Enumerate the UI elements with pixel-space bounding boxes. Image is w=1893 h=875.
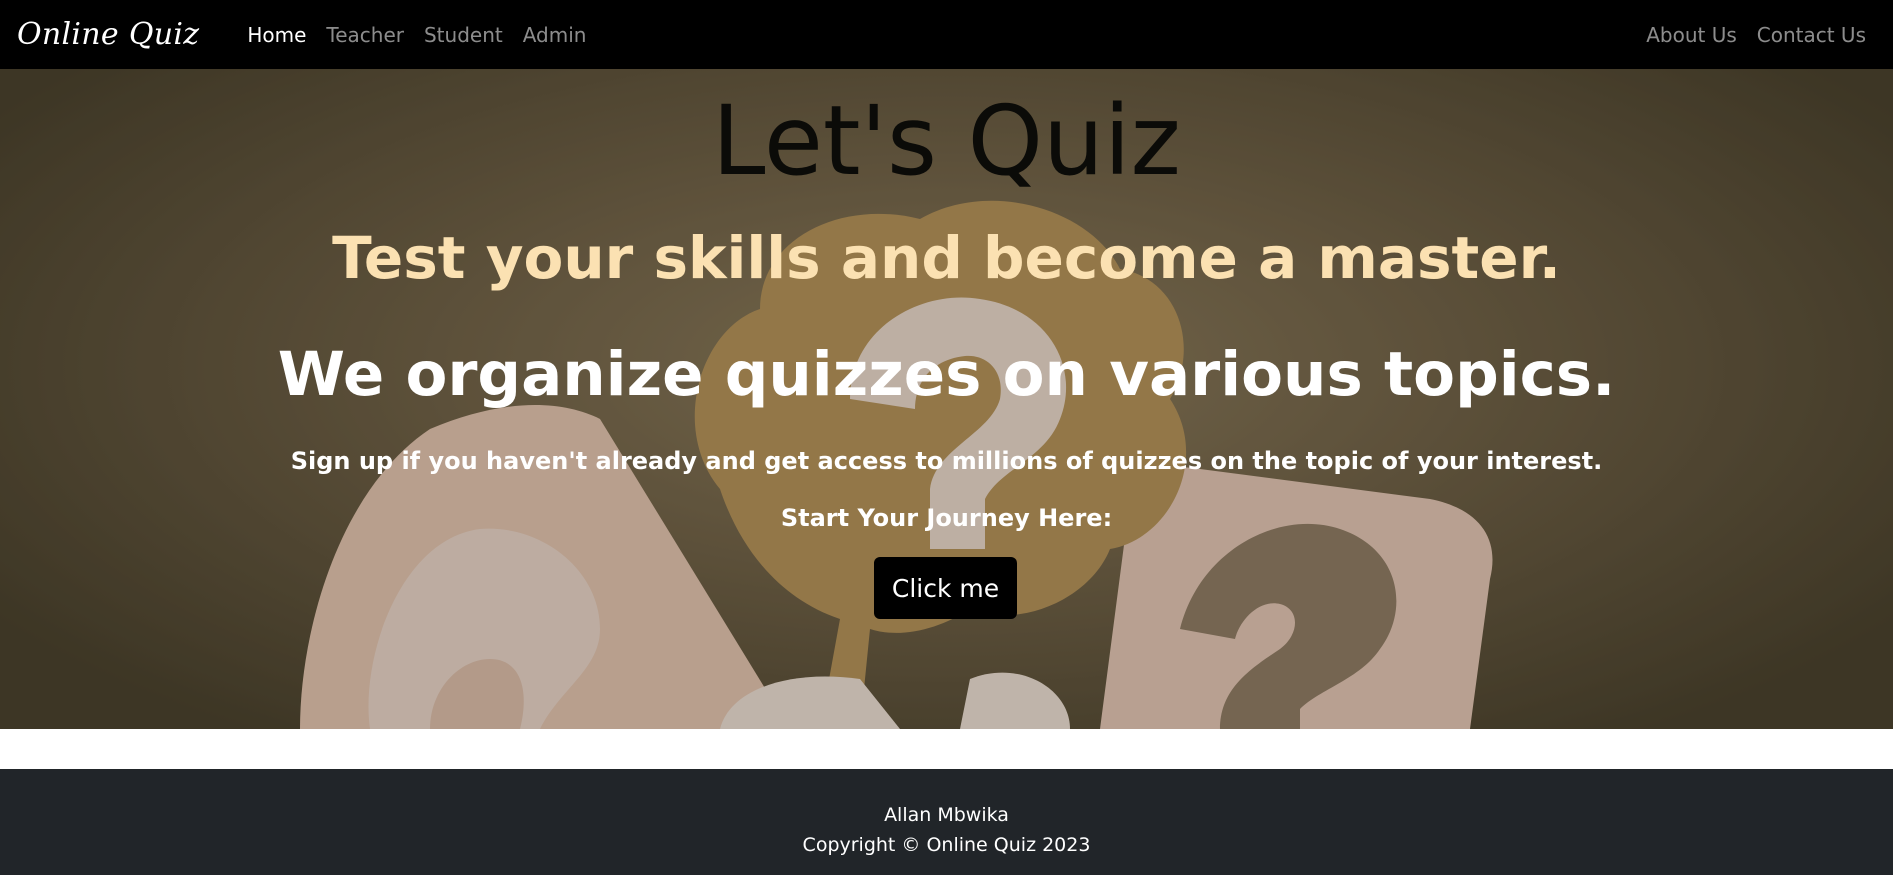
hero-description: Sign up if you haven't already and get a… (290, 447, 1603, 475)
hero-title: Let's Quiz (712, 85, 1181, 197)
footer-author: Allan Mbwika (884, 804, 1009, 826)
click-me-button[interactable]: Click me (874, 557, 1017, 619)
nav-link-about-us[interactable]: About Us (1636, 23, 1747, 47)
nav-link-teacher[interactable]: Teacher (316, 23, 414, 47)
nav-right: About Us Contact Us (1636, 23, 1876, 47)
nav-link-contact-us[interactable]: Contact Us (1747, 23, 1876, 47)
nav-link-home[interactable]: Home (237, 23, 316, 47)
brand-logo[interactable]: Online Quiz (17, 17, 199, 52)
nav-link-student[interactable]: Student (414, 23, 513, 47)
nav-left: Home Teacher Student Admin (237, 23, 596, 47)
footer-copyright: Copyright © Online Quiz 2023 (802, 834, 1091, 856)
cta-prompt: Start Your Journey Here: (780, 504, 1113, 532)
hero-content: Let's Quiz Test your skills and become a… (0, 69, 1893, 729)
footer: Allan Mbwika Copyright © Online Quiz 202… (0, 769, 1893, 875)
nav-link-admin[interactable]: Admin (513, 23, 597, 47)
hero-section: Let's Quiz Test your skills and become a… (0, 69, 1893, 729)
hero-headline: We organize quizzes on various topics. (277, 339, 1616, 410)
navbar: Online Quiz Home Teacher Student Admin A… (0, 0, 1893, 69)
hero-subtitle: Test your skills and become a master. (332, 224, 1561, 292)
